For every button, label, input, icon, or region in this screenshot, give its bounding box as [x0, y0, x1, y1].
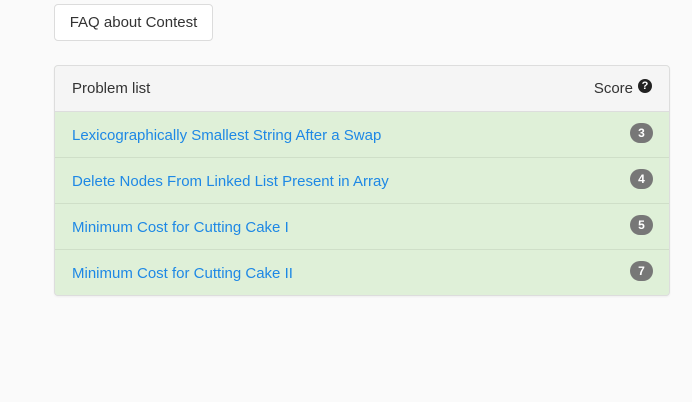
problem-link[interactable]: Lexicographically Smallest String After … [72, 127, 381, 144]
problem-link[interactable]: Delete Nodes From Linked List Present in… [72, 173, 389, 190]
problem-link[interactable]: Minimum Cost for Cutting Cake I [72, 219, 289, 236]
question-circle-icon[interactable]: ? [638, 78, 652, 93]
problem-row: Lexicographically Smallest String After … [55, 112, 669, 158]
faq-about-contest-button[interactable]: FAQ about Contest [54, 4, 213, 41]
problem-list-panel: Problem list Score ? Lexicographically S… [54, 65, 670, 296]
problem-row: Minimum Cost for Cutting Cake I 5 [55, 204, 669, 250]
score-badge: 3 [630, 123, 653, 143]
problem-link[interactable]: Minimum Cost for Cutting Cake II [72, 265, 293, 282]
problem-list-header: Problem list Score ? [55, 66, 669, 112]
score-badge: 7 [630, 261, 653, 281]
score-header: Score ? [594, 78, 652, 97]
problem-row: Minimum Cost for Cutting Cake II 7 [55, 250, 669, 295]
score-badge: 5 [630, 215, 653, 235]
score-badge: 4 [630, 169, 653, 189]
score-header-label: Score [593, 80, 633, 97]
problem-row: Delete Nodes From Linked List Present in… [55, 158, 669, 204]
problem-list-title: Problem list [72, 80, 151, 97]
